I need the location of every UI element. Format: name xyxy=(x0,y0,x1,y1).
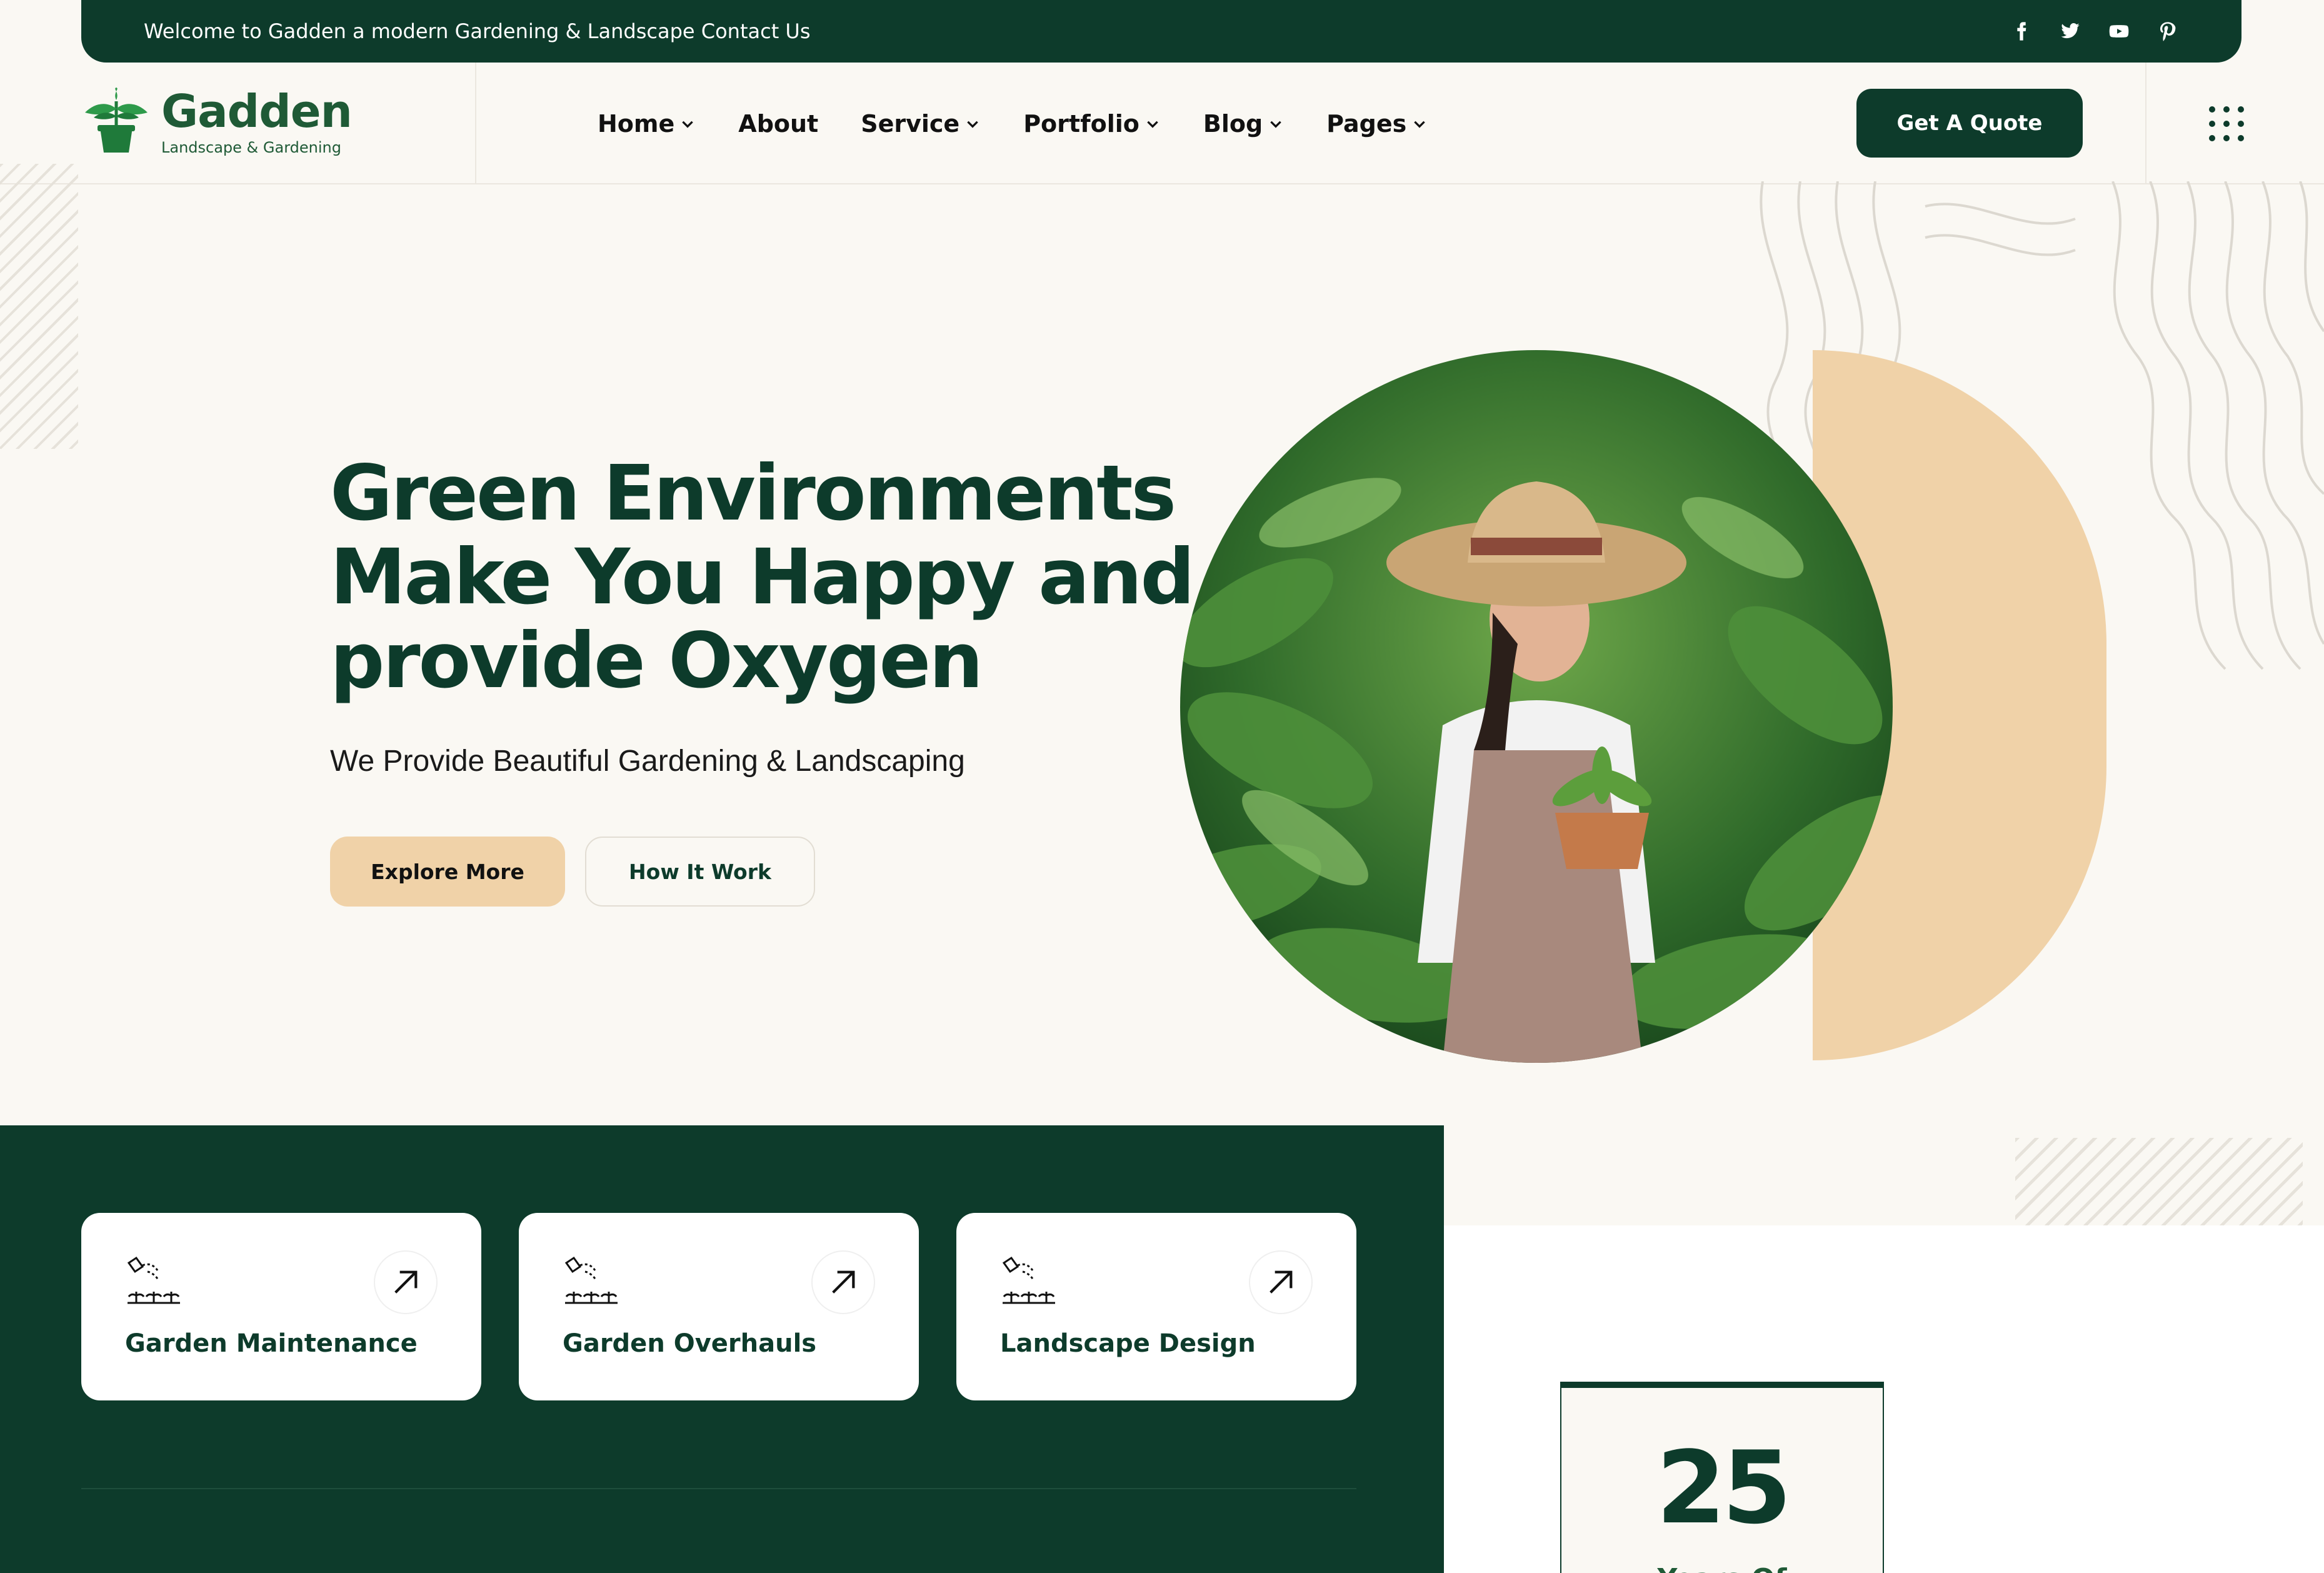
twitter-icon[interactable] xyxy=(2059,20,2081,43)
watering-can-icon xyxy=(1002,1256,1055,1304)
nav-item-blog[interactable]: Blog xyxy=(1203,110,1284,138)
experience-label: Years Of xyxy=(1561,1563,1883,1573)
arrow-up-right-icon xyxy=(394,1270,418,1294)
band-divider xyxy=(81,1488,1356,1489)
hero-title-line: Green Environments xyxy=(330,449,1176,538)
brand-tagline: Landscape & Gardening xyxy=(161,139,341,156)
nav-label: Portfolio xyxy=(1023,109,1139,138)
nav-label: Blog xyxy=(1203,109,1263,138)
stripe-pattern xyxy=(2015,1138,2303,1225)
main-nav: Home About Service Portfolio Blog Pages xyxy=(598,63,1428,184)
nav-item-pages[interactable]: Pages xyxy=(1326,110,1428,138)
chevron-down-icon xyxy=(1270,121,1281,128)
card-arrow-button[interactable] xyxy=(374,1250,438,1314)
service-card-garden-maintenance[interactable]: Garden Maintenance xyxy=(81,1213,481,1400)
menu-grid-icon[interactable] xyxy=(2209,106,2244,141)
nav-item-about[interactable]: About xyxy=(738,110,818,138)
pinterest-icon[interactable] xyxy=(2156,20,2179,43)
nav-label: Service xyxy=(861,109,960,138)
nav-item-service[interactable]: Service xyxy=(861,110,981,138)
experience-box: 25 Years Of xyxy=(1560,1382,1884,1573)
nav-item-home[interactable]: Home xyxy=(598,110,696,138)
nav-label: Pages xyxy=(1326,109,1407,138)
header-divider xyxy=(2145,63,2146,184)
youtube-icon[interactable] xyxy=(2108,20,2130,43)
hero-subtitle: We Provide Beautiful Gardening & Landsca… xyxy=(330,745,965,778)
logo-text: Gadden Landscape & Gardening xyxy=(161,85,353,156)
header-divider xyxy=(475,63,476,184)
card-arrow-button[interactable] xyxy=(1249,1250,1313,1314)
experience-number: 25 xyxy=(1656,1429,1792,1546)
plant-pot-icon xyxy=(85,88,148,153)
service-title: Landscape Design xyxy=(1000,1329,1256,1358)
service-title: Garden Overhauls xyxy=(563,1329,817,1358)
logo[interactable]: Gadden Landscape & Gardening xyxy=(81,85,353,158)
chevron-down-icon xyxy=(1147,121,1158,128)
hero-title: Green Environments Make You Happy and pr… xyxy=(330,451,1205,703)
service-card-landscape-design[interactable]: Landscape Design xyxy=(956,1213,1356,1400)
stripe-pattern xyxy=(0,164,78,449)
top-bar: Welcome to Gadden a modern Gardening & L… xyxy=(81,0,2241,63)
card-arrow-button[interactable] xyxy=(811,1250,875,1314)
hero-title-line: Make You Happy and xyxy=(330,533,1195,621)
nav-label: Home xyxy=(598,109,675,138)
hero-title-line: provide Oxygen xyxy=(330,616,983,705)
watering-can-icon xyxy=(127,1256,180,1304)
chevron-down-icon xyxy=(967,121,978,128)
get-quote-button[interactable]: Get A Quote xyxy=(1856,89,2083,158)
service-card-garden-overhauls[interactable]: Garden Overhauls xyxy=(519,1213,919,1400)
brand-name: Gadden xyxy=(161,85,353,138)
arrow-up-right-icon xyxy=(1270,1270,1293,1294)
service-title: Garden Maintenance xyxy=(125,1329,418,1358)
main-header: Gadden Landscape & Gardening Home About … xyxy=(0,63,2324,184)
welcome-text: Welcome to Gadden a modern Gardening & L… xyxy=(144,19,811,43)
nav-item-portfolio[interactable]: Portfolio xyxy=(1023,110,1161,138)
chevron-down-icon xyxy=(682,121,694,128)
gardener-illustration xyxy=(1180,350,1893,1063)
facebook-icon[interactable] xyxy=(2010,20,2033,43)
chevron-down-icon xyxy=(1414,121,1425,128)
watering-can-icon xyxy=(564,1256,618,1304)
explore-more-button[interactable]: Explore More xyxy=(330,837,565,907)
how-it-work-button[interactable]: How It Work xyxy=(585,837,815,907)
hero-gardener-photo xyxy=(1180,350,1893,1063)
arrow-up-right-icon xyxy=(832,1270,855,1294)
nav-label: About xyxy=(738,109,819,138)
social-links xyxy=(2010,20,2179,43)
